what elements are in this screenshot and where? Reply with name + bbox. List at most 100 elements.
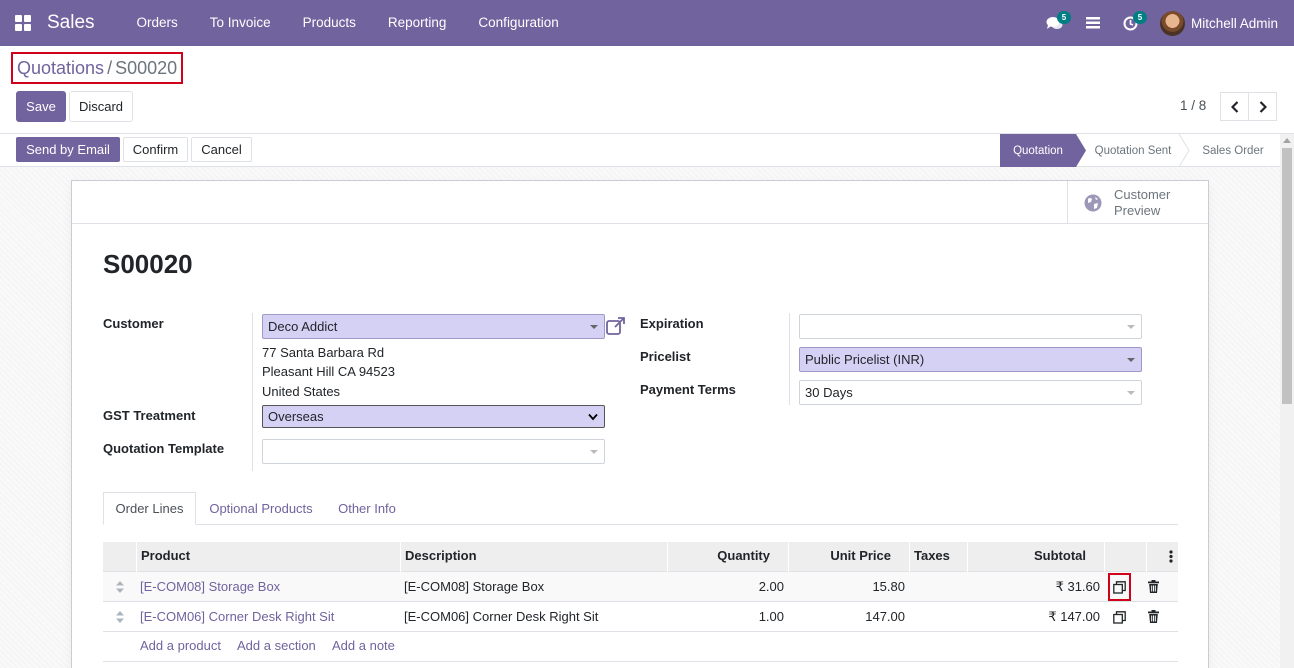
- activities-button[interactable]: 5: [1112, 0, 1150, 46]
- customer-field[interactable]: Deco Addict: [262, 314, 605, 339]
- tab-other-info[interactable]: Other Info: [327, 492, 407, 525]
- stage-sales-order[interactable]: Sales Order: [1192, 134, 1274, 167]
- column-header-quantity[interactable]: Quantity: [667, 542, 788, 572]
- pricelist-label: Pricelist: [640, 349, 691, 364]
- column-header-copy: [1104, 542, 1146, 572]
- table-row[interactable]: [E-COM06] Corner Desk Right Sit [E-COM06…: [103, 602, 1178, 632]
- menu-orders[interactable]: Orders: [121, 0, 194, 46]
- breadcrumb: Quotations / S00020: [11, 52, 184, 84]
- confirm-button[interactable]: Confirm: [123, 137, 188, 162]
- form-notebook-tabs: Order Lines Optional Products Other Info: [103, 492, 1178, 525]
- optional-columns-toggle[interactable]: [1146, 542, 1178, 572]
- gst-treatment-select[interactable]: Overseas: [262, 405, 605, 428]
- list-icon: [1085, 17, 1100, 29]
- customer-value: Deco Addict: [268, 319, 338, 334]
- customer-dropdown-icon[interactable]: [590, 325, 598, 329]
- expiration-dropdown-icon[interactable]: [1127, 325, 1135, 329]
- column-header-taxes[interactable]: Taxes: [909, 542, 967, 572]
- breadcrumb-current: S00020: [115, 58, 178, 78]
- control-panel: Quotations / S00020 Save Discard 1 / 8: [0, 46, 1294, 134]
- pager-next-button[interactable]: [1248, 92, 1277, 121]
- tab-order-lines[interactable]: Order Lines: [103, 492, 196, 525]
- drag-handle-icon[interactable]: [116, 611, 124, 623]
- add-note-link[interactable]: Add a note: [332, 632, 395, 660]
- add-line-links: Add a product Add a section Add a note: [103, 632, 1178, 662]
- payment-terms-value: 30 Days: [805, 385, 853, 400]
- pager-value[interactable]: 1 / 8: [1180, 98, 1206, 113]
- row-quantity[interactable]: 2.00: [667, 572, 784, 602]
- globe-icon: [1084, 194, 1102, 211]
- gst-treatment-label: GST Treatment: [103, 408, 196, 423]
- save-button[interactable]: Save: [16, 91, 66, 122]
- menu-reporting[interactable]: Reporting: [372, 0, 463, 46]
- pricelist-field[interactable]: Public Pricelist (INR): [799, 347, 1142, 372]
- drag-handle-icon[interactable]: [116, 581, 124, 593]
- chevron-down-icon: [588, 413, 598, 421]
- activities-count-badge: 5: [1132, 11, 1147, 24]
- quotation-template-field[interactable]: [262, 439, 605, 464]
- user-name: Mitchell Admin: [1190, 15, 1278, 31]
- payment-terms-field[interactable]: 30 Days: [799, 380, 1142, 405]
- smart-button-box: Customer Preview: [72, 181, 1208, 224]
- trash-icon[interactable]: [1148, 580, 1159, 593]
- column-header-description[interactable]: Description: [400, 542, 667, 572]
- row-taxes[interactable]: [913, 602, 967, 632]
- menu-products[interactable]: Products: [287, 0, 372, 46]
- expiration-field[interactable]: [799, 314, 1142, 339]
- row-quantity[interactable]: 1.00: [667, 602, 784, 632]
- vertical-dots-icon: [1169, 550, 1173, 563]
- add-product-link[interactable]: Add a product: [140, 632, 221, 660]
- document-title: S00020: [103, 249, 193, 279]
- breadcrumb-quotations-link[interactable]: Quotations: [17, 58, 104, 78]
- payment-terms-dropdown-icon[interactable]: [1127, 391, 1135, 395]
- app-brand[interactable]: Sales: [47, 12, 95, 34]
- scroll-up-arrow-icon[interactable]: [1283, 138, 1291, 143]
- chevron-left-icon: [1230, 100, 1238, 113]
- switch-company-button[interactable]: [1074, 0, 1112, 46]
- user-menu[interactable]: Mitchell Admin: [1150, 0, 1294, 46]
- column-header-subtotal[interactable]: Subtotal: [967, 542, 1104, 572]
- column-header-product[interactable]: Product: [136, 542, 400, 572]
- menu-configuration[interactable]: Configuration: [462, 0, 574, 46]
- row-product[interactable]: [E-COM06] Corner Desk Right Sit: [140, 602, 400, 632]
- messages-count-badge: 5: [1056, 11, 1071, 24]
- send-by-email-button[interactable]: Send by Email: [16, 137, 120, 162]
- customer-address-line2: Pleasant Hill CA 94523: [262, 364, 395, 379]
- row-unit-price[interactable]: 15.80: [788, 572, 905, 602]
- scroll-thumb[interactable]: [1282, 148, 1292, 404]
- table-row[interactable]: [E-COM08] Storage Box [E-COM08] Storage …: [103, 572, 1178, 602]
- tab-optional-products[interactable]: Optional Products: [199, 492, 323, 525]
- copy-line-icon[interactable]: [1113, 581, 1126, 594]
- trash-icon[interactable]: [1148, 610, 1159, 623]
- cancel-button[interactable]: Cancel: [191, 137, 252, 162]
- messages-button[interactable]: 5: [1036, 0, 1074, 46]
- row-subtotal: ₹ 147.00: [1048, 609, 1100, 624]
- row-unit-price[interactable]: 147.00: [788, 602, 905, 632]
- form-sheet: Customer Preview S00020 Customer Deco Ad…: [71, 180, 1209, 668]
- stage-quotation-sent[interactable]: Quotation Sent: [1088, 134, 1178, 167]
- payment-terms-label: Payment Terms: [640, 382, 736, 397]
- customer-preview-button[interactable]: Customer Preview: [1067, 181, 1209, 224]
- discard-button[interactable]: Discard: [69, 91, 133, 122]
- row-description[interactable]: [E-COM08] Storage Box: [404, 572, 667, 602]
- menu-to-invoice[interactable]: To Invoice: [194, 0, 287, 46]
- add-section-link[interactable]: Add a section: [237, 632, 316, 660]
- row-taxes[interactable]: [913, 572, 967, 602]
- gst-treatment-value: Overseas: [268, 409, 324, 424]
- pager-previous-button[interactable]: [1220, 92, 1249, 121]
- copy-line-icon[interactable]: [1113, 611, 1126, 624]
- quotation-template-dropdown-icon[interactable]: [590, 450, 598, 454]
- avatar: [1159, 10, 1185, 36]
- column-header-unit-price[interactable]: Unit Price: [788, 542, 909, 572]
- pricelist-dropdown-icon[interactable]: [1127, 358, 1135, 362]
- external-link-icon[interactable]: [606, 317, 626, 335]
- left-group-divider: [252, 313, 253, 471]
- apps-menu-icon[interactable]: [0, 0, 46, 46]
- stage-quotation[interactable]: Quotation: [1000, 134, 1076, 167]
- row-description[interactable]: [E-COM06] Corner Desk Right Sit: [404, 602, 667, 632]
- page-scrollbar[interactable]: [1280, 134, 1294, 668]
- row-product[interactable]: [E-COM08] Storage Box: [140, 572, 400, 602]
- right-group-divider: [789, 313, 790, 405]
- stage-arrow-icon: [1076, 134, 1086, 167]
- main-menu: Orders To Invoice Products Reporting Con…: [121, 0, 575, 46]
